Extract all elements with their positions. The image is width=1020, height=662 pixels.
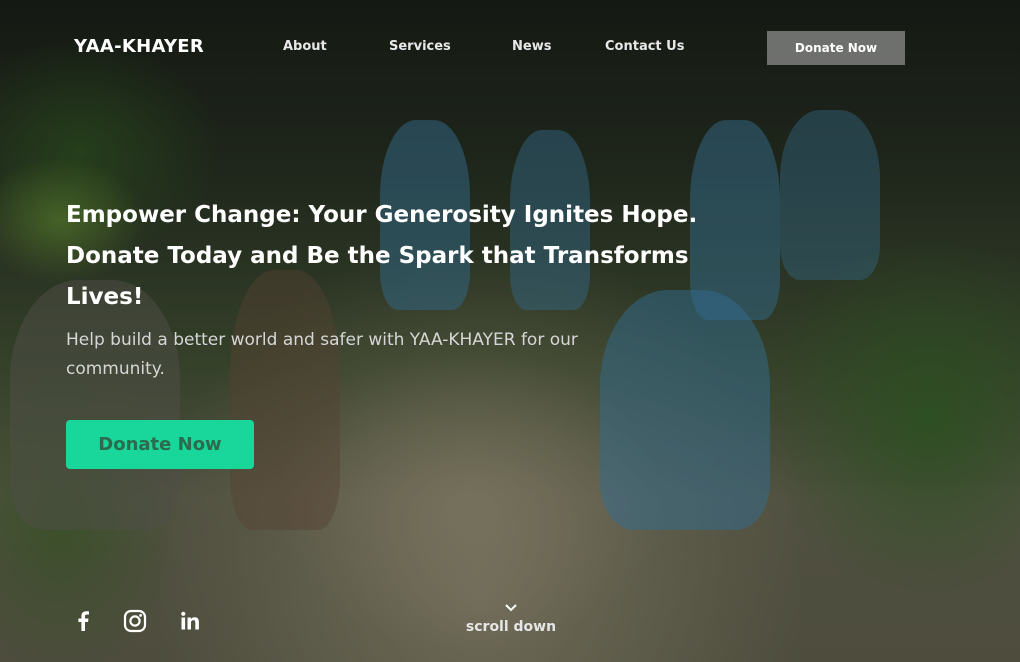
linkedin-icon[interactable] xyxy=(177,608,203,634)
brand-logo[interactable]: YAA-KHAYER xyxy=(74,36,204,57)
facebook-icon[interactable] xyxy=(70,608,96,634)
nav-link-about[interactable]: About xyxy=(283,39,327,54)
hero-section: YAA-KHAYER About Services News Contact U… xyxy=(0,0,1020,662)
nav-link-contact-us[interactable]: Contact Us xyxy=(605,39,684,54)
nav-donate-button[interactable]: Donate Now xyxy=(767,31,905,65)
nav-link-news[interactable]: News xyxy=(512,39,551,54)
instagram-icon[interactable] xyxy=(122,608,148,634)
hero-subtext: Help build a better world and safer with… xyxy=(66,330,578,379)
nav-link-services[interactable]: Services xyxy=(389,39,451,54)
scroll-down-label: scroll down xyxy=(465,619,557,635)
hero-donate-button[interactable]: Donate Now xyxy=(66,420,254,469)
chevron-down-icon xyxy=(504,598,518,617)
scroll-down-link[interactable]: scroll down xyxy=(451,598,571,635)
hero-headline: Empower Change: Your Generosity Ignites … xyxy=(66,202,698,310)
